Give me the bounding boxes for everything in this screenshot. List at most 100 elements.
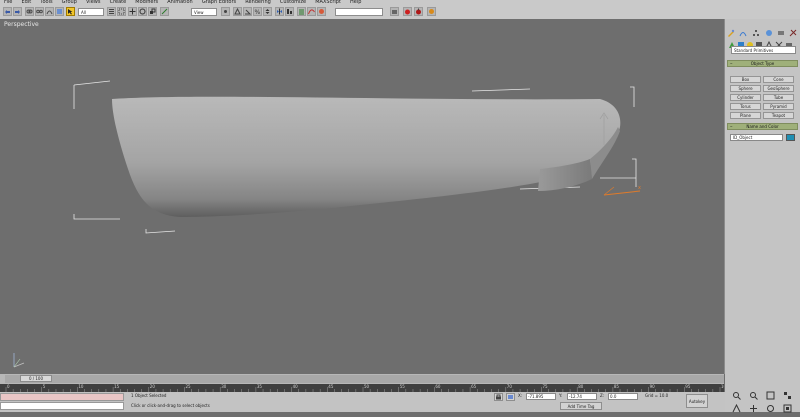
track-tick-label: 75 bbox=[543, 384, 549, 389]
x-coordinate-field[interactable]: -71.895 bbox=[526, 393, 556, 400]
geosphere-button[interactable]: GeoSphere bbox=[763, 85, 794, 92]
z-coordinate-field[interactable]: 0.0 bbox=[608, 393, 638, 400]
angle-snap-icon[interactable] bbox=[243, 7, 252, 16]
object-type-rollout[interactable]: – Object Type bbox=[727, 60, 798, 67]
maxscript-listener-input[interactable] bbox=[0, 393, 124, 401]
name-and-color-rollout[interactable]: – Name and Color bbox=[727, 123, 798, 130]
motion-tab-icon[interactable] bbox=[765, 22, 773, 36]
track-bar[interactable]: 0 5 10 15 20 25 30 35 40 45 50 55 60 65 70 75 80 85 90 95 10… bbox=[0, 384, 724, 392]
ship-hull bbox=[112, 96, 621, 217]
sphere-button[interactable]: Sphere bbox=[730, 85, 761, 92]
material-editor-icon[interactable] bbox=[317, 7, 326, 16]
track-tick-label: 55 bbox=[400, 384, 406, 389]
reference-coordinate-dropdown[interactable]: View bbox=[191, 8, 217, 16]
render-setup-icon[interactable] bbox=[390, 7, 399, 16]
perspective-viewport[interactable]: Perspective x bbox=[0, 19, 725, 374]
track-tick-label: 85 bbox=[614, 384, 620, 389]
maxscript-listener-output[interactable] bbox=[0, 402, 124, 410]
track-tick-label: 0 bbox=[7, 384, 10, 389]
redo-icon[interactable] bbox=[13, 7, 22, 16]
z-label: Z: bbox=[600, 393, 605, 398]
zoom-all-icon[interactable] bbox=[749, 385, 758, 400]
zoom-extents-all-icon[interactable] bbox=[783, 385, 792, 399]
track-tick-label: 20 bbox=[150, 384, 156, 389]
track-tick-label: 100 bbox=[721, 384, 724, 389]
region-select-icon[interactable] bbox=[117, 7, 126, 16]
named-selection-dropdown[interactable] bbox=[335, 8, 383, 16]
pivot-center-icon[interactable] bbox=[221, 7, 230, 16]
bind-space-warp-icon[interactable] bbox=[45, 7, 54, 16]
track-tick-label: 25 bbox=[186, 384, 192, 389]
render-teapot-icon[interactable] bbox=[403, 7, 412, 16]
viewport-navigation bbox=[725, 382, 800, 413]
zoom-icon[interactable] bbox=[732, 385, 741, 400]
select-by-name-icon[interactable] bbox=[107, 7, 116, 16]
select-filter-icon[interactable] bbox=[55, 7, 64, 16]
main-toolbar: All View % bbox=[0, 5, 800, 20]
render-last-icon[interactable] bbox=[427, 7, 436, 16]
command-panel: Standard Primitives – Object Type Box Con… bbox=[725, 19, 800, 412]
display-tab-icon[interactable] bbox=[777, 22, 785, 35]
create-tab-icon[interactable] bbox=[727, 22, 735, 37]
plane-button[interactable]: Plane bbox=[730, 112, 761, 119]
layer-manager-icon[interactable] bbox=[297, 7, 306, 16]
object-color-swatch[interactable] bbox=[786, 134, 795, 141]
svg-text:%: % bbox=[255, 9, 261, 15]
move-icon[interactable] bbox=[128, 7, 137, 16]
track-tick-label: 40 bbox=[293, 384, 299, 389]
pyramid-button[interactable]: Pyramid bbox=[763, 103, 794, 110]
rotate-icon[interactable] bbox=[138, 7, 147, 16]
time-slider-thumb[interactable]: 0 / 100 bbox=[20, 375, 52, 382]
track-tick-label: 30 bbox=[221, 384, 227, 389]
pan-icon[interactable] bbox=[749, 398, 758, 412]
absolute-mode-icon[interactable] bbox=[506, 393, 515, 401]
time-slider-track[interactable] bbox=[5, 375, 724, 383]
torus-button[interactable]: Torus bbox=[730, 103, 761, 110]
prompt-line: Click or click-and-drag to select object… bbox=[131, 403, 210, 408]
undo-icon[interactable] bbox=[3, 7, 12, 16]
y-label: Y: bbox=[559, 393, 563, 398]
track-tick-label: 80 bbox=[578, 384, 584, 389]
object-name-field[interactable]: ID_Object bbox=[730, 134, 783, 141]
cone-button[interactable]: Cone bbox=[763, 76, 794, 83]
snap-3d-icon[interactable] bbox=[233, 7, 242, 16]
orbit-icon[interactable] bbox=[766, 398, 775, 412]
selection-status: 1 Object Selected bbox=[131, 393, 167, 398]
select-manipulate-icon[interactable] bbox=[160, 7, 169, 16]
spinner-snap-icon[interactable] bbox=[263, 7, 272, 16]
object-category-dropdown[interactable]: Standard Primitives bbox=[731, 46, 796, 54]
percent-snap-icon[interactable]: % bbox=[253, 7, 262, 16]
auto-key-button[interactable]: Autokey bbox=[686, 394, 708, 408]
box-button[interactable]: Box bbox=[730, 76, 761, 83]
select-object-icon[interactable] bbox=[66, 7, 75, 16]
zoom-extents-icon[interactable] bbox=[766, 385, 775, 400]
utilities-tab-icon[interactable] bbox=[789, 22, 797, 37]
name-and-color-title: Name and Color bbox=[746, 124, 779, 129]
selection-filter-dropdown[interactable]: All bbox=[78, 8, 104, 16]
scale-icon[interactable] bbox=[148, 7, 157, 16]
tube-button[interactable]: Tube bbox=[763, 94, 794, 101]
teapot-button[interactable]: Teapot bbox=[763, 112, 794, 119]
modify-tab-icon[interactable] bbox=[739, 22, 747, 37]
track-tick-label: 70 bbox=[507, 384, 513, 389]
track-tick-label: 65 bbox=[471, 384, 477, 389]
y-coordinate-field[interactable]: -12.74 bbox=[567, 393, 597, 400]
cylinder-button[interactable]: Cylinder bbox=[730, 94, 761, 101]
grid-size: Grid = 10.0 bbox=[645, 393, 669, 398]
maximize-viewport-icon[interactable] bbox=[783, 398, 792, 413]
add-time-tag-button[interactable]: Add Time Tag bbox=[560, 402, 602, 410]
quick-render-icon[interactable] bbox=[414, 7, 423, 16]
track-tick-label: 95 bbox=[685, 384, 691, 389]
time-slider[interactable]: 0 / 100 bbox=[0, 374, 724, 384]
hierarchy-tab-icon[interactable] bbox=[752, 22, 760, 36]
link-icon[interactable] bbox=[25, 7, 34, 16]
field-of-view-icon[interactable] bbox=[732, 398, 741, 413]
unlink-icon[interactable] bbox=[35, 7, 44, 16]
viewport-scene: x bbox=[13, 80, 641, 368]
lock-selection-icon[interactable] bbox=[494, 393, 503, 401]
mirror-icon[interactable] bbox=[275, 7, 284, 16]
command-panel-tabs bbox=[725, 19, 800, 37]
curve-editor-icon[interactable] bbox=[307, 7, 316, 16]
track-bar-ticks: 0 5 10 15 20 25 30 35 40 45 50 55 60 65 70 75 80 85 90 95 10… bbox=[5, 384, 724, 392]
align-icon[interactable] bbox=[285, 7, 294, 16]
